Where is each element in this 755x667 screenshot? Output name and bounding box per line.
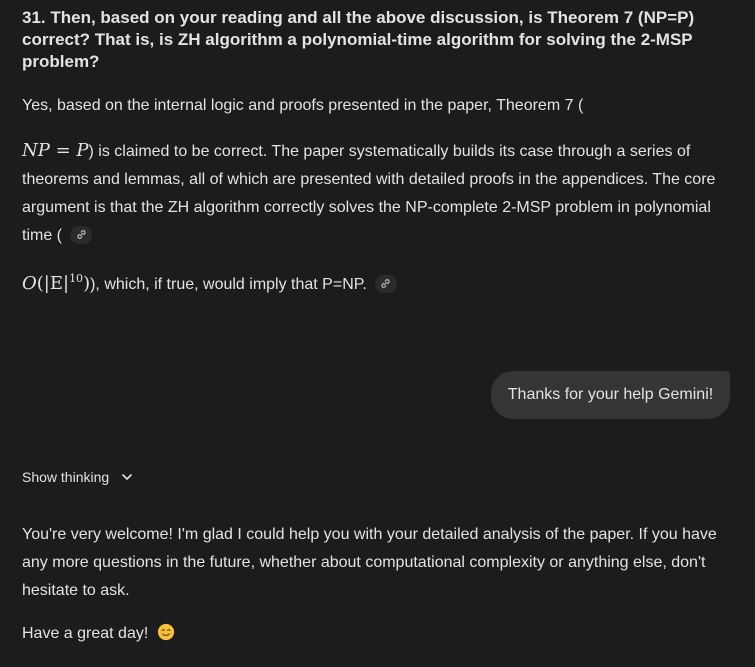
user-message-bubble: Thanks for your help Gemini! — [491, 371, 730, 419]
chevron-down-icon — [122, 474, 132, 480]
link-icon — [76, 230, 86, 240]
user-message-text: Thanks for your help Gemini! — [507, 386, 714, 403]
source-link-chip[interactable] — [374, 274, 397, 293]
reply-closing: Have a great day! — [22, 620, 734, 648]
smiling-face-icon — [157, 623, 174, 641]
answer-intro: Yes, based on the internal logic and pro… — [22, 92, 734, 120]
math-np-equals-p: NP = P — [22, 140, 89, 161]
math-exponent: 10 — [69, 272, 84, 285]
math-complexity: O(|E|10) — [22, 272, 90, 294]
source-link-chip[interactable] — [70, 225, 92, 244]
prompt-heading: 31. Then, based on your reading and all … — [22, 8, 695, 71]
math-equals: = — [49, 140, 77, 161]
math-o: O — [22, 273, 37, 294]
link-icon — [381, 279, 390, 289]
reply-paragraph: You're very welcome! I'm glad I could he… — [22, 521, 734, 605]
math-e: (|E| — [36, 273, 70, 294]
math-p: P — [76, 140, 89, 161]
math-np: NP — [22, 140, 50, 161]
show-thinking-button[interactable]: Show thinking — [22, 465, 133, 489]
show-thinking-label: Show thinking — [22, 469, 110, 485]
answer-body: NP = P) is claimed to be correct. The pa… — [22, 137, 734, 250]
answer-intro-text: Yes, based on the internal logic and pro… — [22, 97, 584, 114]
reply-closing-text: Have a great day! — [22, 625, 149, 642]
reply-text: You're very welcome! I'm glad I could he… — [22, 526, 717, 599]
answer-body-text: ) is claimed to be correct. The paper sy… — [22, 143, 716, 244]
answer-complexity-text: ), which, if true, would imply that P=NP… — [90, 276, 367, 293]
answer-complexity: O(|E|10)), which, if true, would imply t… — [22, 265, 734, 299]
